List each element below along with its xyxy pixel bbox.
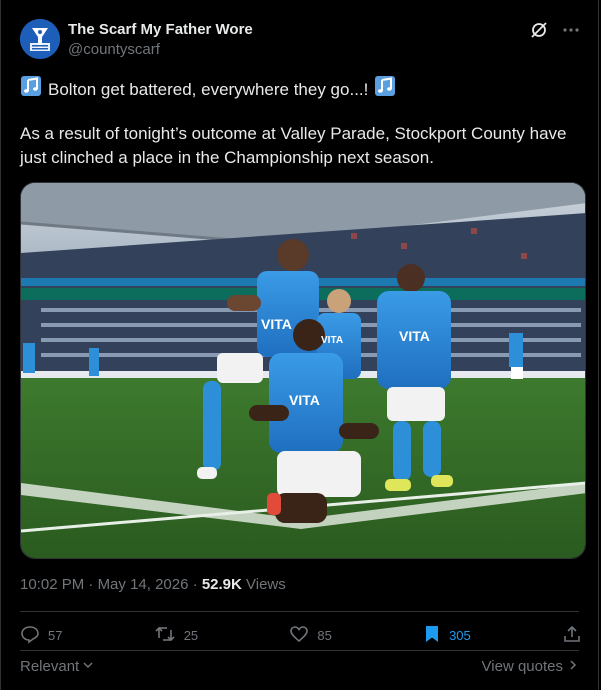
reply-icon — [20, 624, 40, 647]
tweet-text-1: Bolton get battered, everywhere they go.… — [48, 79, 369, 99]
like-button[interactable]: 85 — [289, 624, 332, 647]
bookmark-icon — [423, 624, 441, 647]
account-name[interactable]: The Scarf My Father Wore — [68, 21, 253, 38]
meta-separator: · — [84, 576, 98, 593]
meta-separator: · — [188, 576, 202, 593]
view-quotes-link[interactable]: View quotes — [482, 658, 579, 675]
relevant-label: Relevant — [20, 658, 80, 675]
like-count: 85 — [317, 628, 332, 643]
svg-text:VITA: VITA — [321, 335, 343, 346]
grok-icon[interactable] — [530, 21, 548, 44]
share-icon — [562, 624, 582, 647]
divider — [20, 650, 579, 651]
more-icon[interactable] — [562, 21, 580, 44]
music-note-icon — [20, 75, 42, 104]
view-quotes-label: View quotes — [481, 658, 563, 675]
chevron-down-icon — [82, 658, 94, 675]
tweet-photo[interactable]: VITA VITA VITA VITA — [20, 182, 586, 559]
repost-count: 25 — [183, 628, 199, 643]
tweet-panel: The Scarf My Father Wore @countyscarf Bo… — [0, 0, 599, 690]
heart-icon — [289, 624, 309, 647]
action-bar: 57 25 85 305 — [20, 624, 582, 647]
reply-count: 57 — [48, 628, 63, 643]
views-label: Views — [241, 576, 286, 593]
reply-sort-bar: Relevant View quotes — [20, 658, 579, 675]
svg-text:VITA: VITA — [261, 316, 292, 332]
repost-button[interactable]: 25 — [154, 624, 198, 647]
svg-text:VITA: VITA — [399, 328, 430, 344]
tweet-date[interactable]: May 14, 2026 — [98, 576, 189, 593]
bookmark-button[interactable]: 305 — [423, 624, 471, 647]
tweet-meta: 10:02 PM · May 14, 2026 · 52.9K Views — [20, 576, 286, 593]
tweet-text-2: As a result of tonight’s outcome at Vall… — [20, 124, 567, 167]
tweet-line-1: Bolton get battered, everywhere they go.… — [20, 75, 396, 104]
tweet-time[interactable]: 10:02 PM — [20, 576, 84, 593]
divider — [20, 611, 579, 612]
views-count: 52.9K — [201, 576, 242, 593]
share-button[interactable] — [562, 624, 582, 647]
avatar[interactable] — [20, 19, 60, 59]
repost-icon — [154, 624, 176, 647]
svg-text:VITA: VITA — [289, 392, 320, 408]
chevron-right-icon — [567, 658, 579, 675]
reply-button[interactable]: 57 — [20, 624, 62, 647]
header-actions — [530, 21, 580, 44]
music-note-icon — [374, 75, 396, 104]
relevant-dropdown[interactable]: Relevant — [20, 658, 94, 675]
account-handle[interactable]: @countyscarf — [68, 41, 160, 58]
bookmark-count: 305 — [449, 628, 471, 643]
